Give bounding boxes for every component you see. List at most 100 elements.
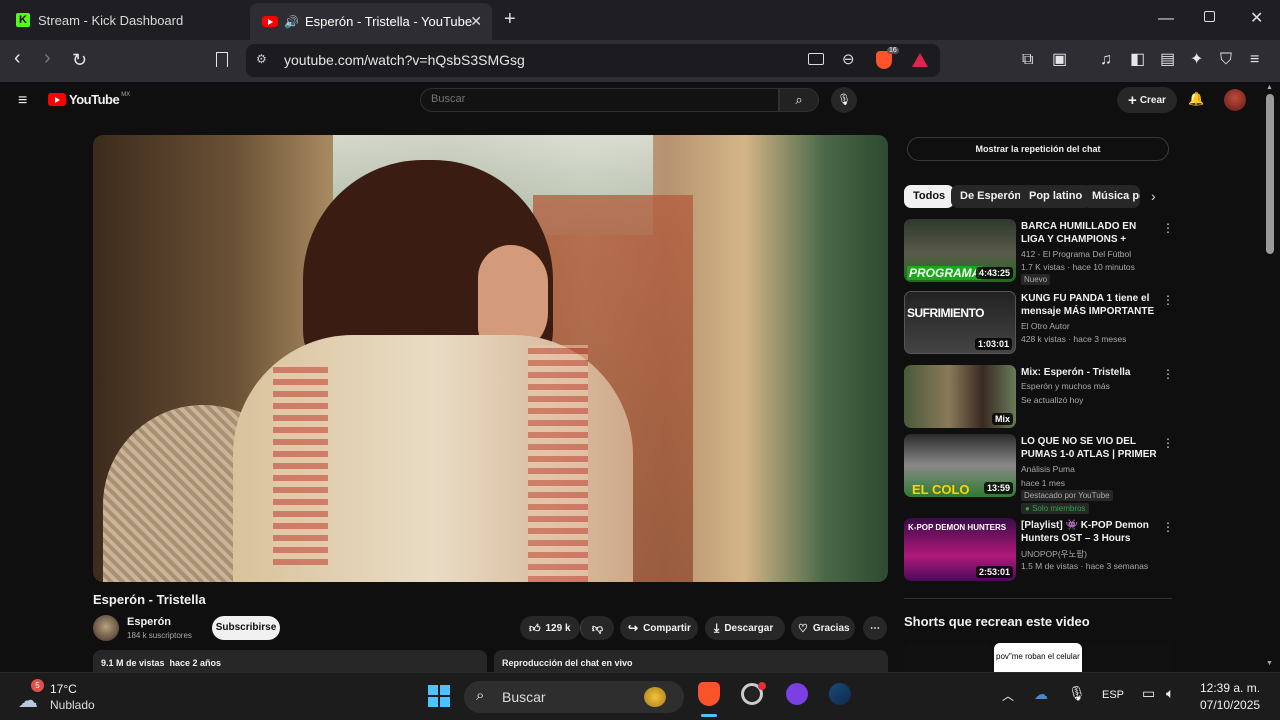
- restore-button[interactable]: [1204, 11, 1215, 22]
- channel-avatar[interactable]: [93, 615, 119, 641]
- clock-time[interactable]: 12:39 a. m.: [1200, 681, 1260, 695]
- short-thumbnail[interactable]: pov"me roban el celular: [994, 643, 1082, 672]
- start-button[interactable]: [428, 685, 450, 707]
- shirt-pattern-right: [528, 345, 588, 582]
- minimize-button[interactable]: —: [1158, 10, 1174, 28]
- site-settings-icon[interactable]: ⚙: [256, 52, 267, 66]
- address-bar[interactable]: ⚙ youtube.com/watch?v=hQsbS3SMGsg ⊖ 16: [246, 44, 940, 77]
- clock-date[interactable]: 07/10/2025: [1200, 698, 1260, 712]
- chip-de-esperon[interactable]: De Esperón: [951, 185, 1031, 208]
- show-chat-replay-button[interactable]: Mostrar la repetición del chat: [907, 137, 1169, 161]
- voice-search-button[interactable]: 🎙: [831, 87, 857, 113]
- recommendation-item[interactable]: SUFRIMIENTO 1:03:01 KUNG FU PANDA 1 tien…: [904, 291, 1174, 355]
- forward-icon[interactable]: ›: [44, 48, 51, 68]
- video-title[interactable]: Mix: Esperón - Tristella: [1021, 366, 1157, 379]
- recommendation-item[interactable]: Mix Mix: Esperón - Tristella Esperón y m…: [904, 365, 1174, 429]
- tab-kick-dashboard[interactable]: K Stream - Kick Dashboard: [12, 6, 244, 34]
- weather-widget[interactable]: ☁ 5 17°C Nublado: [16, 678, 136, 716]
- recommendation-item[interactable]: EL COLO 13:59 LO QUE NO SE VIO DEL PUMAS…: [904, 434, 1174, 514]
- language-indicator[interactable]: ESP: [1102, 689, 1124, 701]
- zoom-icon[interactable]: ⊖: [842, 50, 855, 68]
- volume-icon[interactable]: 🔈︎: [1166, 685, 1174, 702]
- like-button[interactable]: 👍︎ 129 k: [520, 616, 580, 640]
- video-thumbnail[interactable]: EL COLO 13:59: [904, 434, 1016, 497]
- tray-expand-icon[interactable]: ︿: [1002, 687, 1014, 704]
- more-options-icon[interactable]: ⋮: [1162, 293, 1174, 307]
- channel-name[interactable]: Análisis Puma: [1021, 464, 1075, 474]
- cast-icon[interactable]: [808, 53, 824, 65]
- video-thumbnail[interactable]: SUFRIMIENTO 1:03:01: [904, 291, 1016, 354]
- media-icon[interactable]: ♫: [1100, 51, 1112, 69]
- short-thumbnail[interactable]: [904, 643, 992, 672]
- subscribe-button[interactable]: Subscribirse: [212, 616, 280, 640]
- video-title[interactable]: BARCA HUMILLADO EN LIGA Y CHAMPIONS + UN…: [1021, 220, 1157, 247]
- chip-all[interactable]: Todos: [904, 185, 955, 208]
- create-button[interactable]: + Crear: [1117, 87, 1177, 113]
- leo-ai-icon[interactable]: ✦: [1190, 51, 1203, 69]
- video-title[interactable]: KUNG FU PANDA 1 tiene el mensaje MÁS IMP…: [1021, 292, 1157, 319]
- short-thumbnail[interactable]: [1084, 643, 1172, 672]
- sidebar-icon[interactable]: ◧: [1130, 51, 1145, 69]
- chat-app-taskbar-icon[interactable]: [786, 683, 808, 705]
- vpn-icon[interactable]: ⛉: [1220, 51, 1232, 69]
- youtube-logo[interactable]: YouTube MX: [48, 92, 130, 107]
- search-button[interactable]: ⌕: [779, 88, 819, 112]
- network-icon[interactable]: ▭: [1142, 685, 1155, 702]
- download-button[interactable]: ⤓ Descargar: [705, 616, 785, 640]
- tab-youtube[interactable]: 🔊 Esperón - Tristella - YouTube ✕: [250, 3, 492, 40]
- chip-pop-latino[interactable]: Pop latino: [1020, 185, 1092, 208]
- video-player[interactable]: [93, 135, 888, 582]
- video-duration: 2:53:01: [975, 566, 1013, 578]
- video-thumbnail[interactable]: Mix: [904, 365, 1016, 428]
- more-options-icon[interactable]: ⋮: [1162, 367, 1174, 381]
- channel-name[interactable]: 412 - El Programa Del Fútbol: [1021, 249, 1131, 259]
- page-scrollbar[interactable]: [1266, 94, 1274, 254]
- url-text[interactable]: youtube.com/watch?v=hQsbS3SMGsg: [284, 52, 525, 68]
- scroll-down-icon[interactable]: ▼: [1266, 660, 1273, 667]
- share-button[interactable]: ↪ Compartir: [620, 616, 698, 640]
- notifications-bell-icon[interactable]: 🔔: [1188, 91, 1204, 107]
- reader-icon[interactable]: ▣: [1052, 51, 1067, 69]
- bookmark-icon[interactable]: [216, 52, 228, 67]
- recommendation-item[interactable]: PROGRAMA 4:43:25 BARCA HUMILLADO EN LIGA…: [904, 219, 1174, 285]
- hamburger-menu-icon[interactable]: ≡: [18, 92, 27, 110]
- channel-name[interactable]: El Otro Autor: [1021, 321, 1070, 331]
- video-thumbnail[interactable]: PROGRAMA 4:43:25: [904, 219, 1016, 282]
- close-tab-icon[interactable]: ✕: [470, 13, 482, 30]
- thanks-button[interactable]: ♡ Gracias: [791, 616, 855, 640]
- more-actions-button[interactable]: ⋯: [863, 616, 887, 640]
- chip-musica[interactable]: Música po: [1083, 185, 1140, 208]
- more-options-icon[interactable]: ⋮: [1162, 520, 1174, 534]
- channel-name[interactable]: UNOPOP(우노팝): [1021, 548, 1087, 560]
- taskbar-search[interactable]: ⌕ Buscar: [464, 681, 684, 713]
- close-window-button[interactable]: ✕: [1250, 8, 1263, 28]
- microphone-icon: 🎙: [837, 94, 851, 106]
- chips-next-icon[interactable]: ›: [1151, 188, 1156, 204]
- account-avatar[interactable]: [1224, 89, 1246, 111]
- search-input[interactable]: [431, 93, 761, 105]
- onedrive-icon[interactable]: ☁: [1034, 686, 1048, 703]
- dislike-button[interactable]: 👎︎: [580, 616, 614, 640]
- steam-taskbar-icon[interactable]: [829, 683, 851, 705]
- microphone-tray-icon[interactable]: 🎙: [1068, 685, 1086, 702]
- wallet-icon[interactable]: ▤: [1160, 51, 1175, 69]
- chat-replay-panel[interactable]: Reproducción del chat en vivo: [494, 650, 888, 672]
- more-options-icon[interactable]: ⋮: [1162, 221, 1174, 235]
- recommendation-item[interactable]: K-POP DEMON HUNTERS 2:53:01 [Playlist] 👾…: [904, 518, 1174, 582]
- reload-icon[interactable]: ↻: [72, 51, 87, 69]
- video-title[interactable]: [Playlist] 👾 K-POP Demon Hunters OST – 3…: [1021, 519, 1157, 546]
- channel-name[interactable]: Esperón y muchos más: [1021, 381, 1110, 391]
- brave-taskbar-icon[interactable]: [698, 682, 720, 706]
- description-box[interactable]: 9.1 M de vistas hace 2 años: [93, 650, 487, 672]
- channel-name[interactable]: Esperón: [127, 616, 171, 628]
- back-icon[interactable]: ‹: [14, 48, 21, 68]
- extensions-icon[interactable]: ⧉: [1022, 51, 1033, 69]
- scroll-up-icon[interactable]: ▲: [1266, 84, 1273, 91]
- menu-icon[interactable]: ≡: [1250, 51, 1259, 69]
- video-title[interactable]: LO QUE NO SE VIO DEL PUMAS 1-0 ATLAS | P…: [1021, 435, 1157, 462]
- more-options-icon[interactable]: ⋮: [1162, 436, 1174, 450]
- new-tab-button[interactable]: +: [504, 9, 516, 29]
- brave-rewards-icon[interactable]: [912, 53, 928, 67]
- video-thumbnail[interactable]: K-POP DEMON HUNTERS 2:53:01: [904, 518, 1016, 581]
- speaker-icon[interactable]: 🔊: [284, 15, 299, 29]
